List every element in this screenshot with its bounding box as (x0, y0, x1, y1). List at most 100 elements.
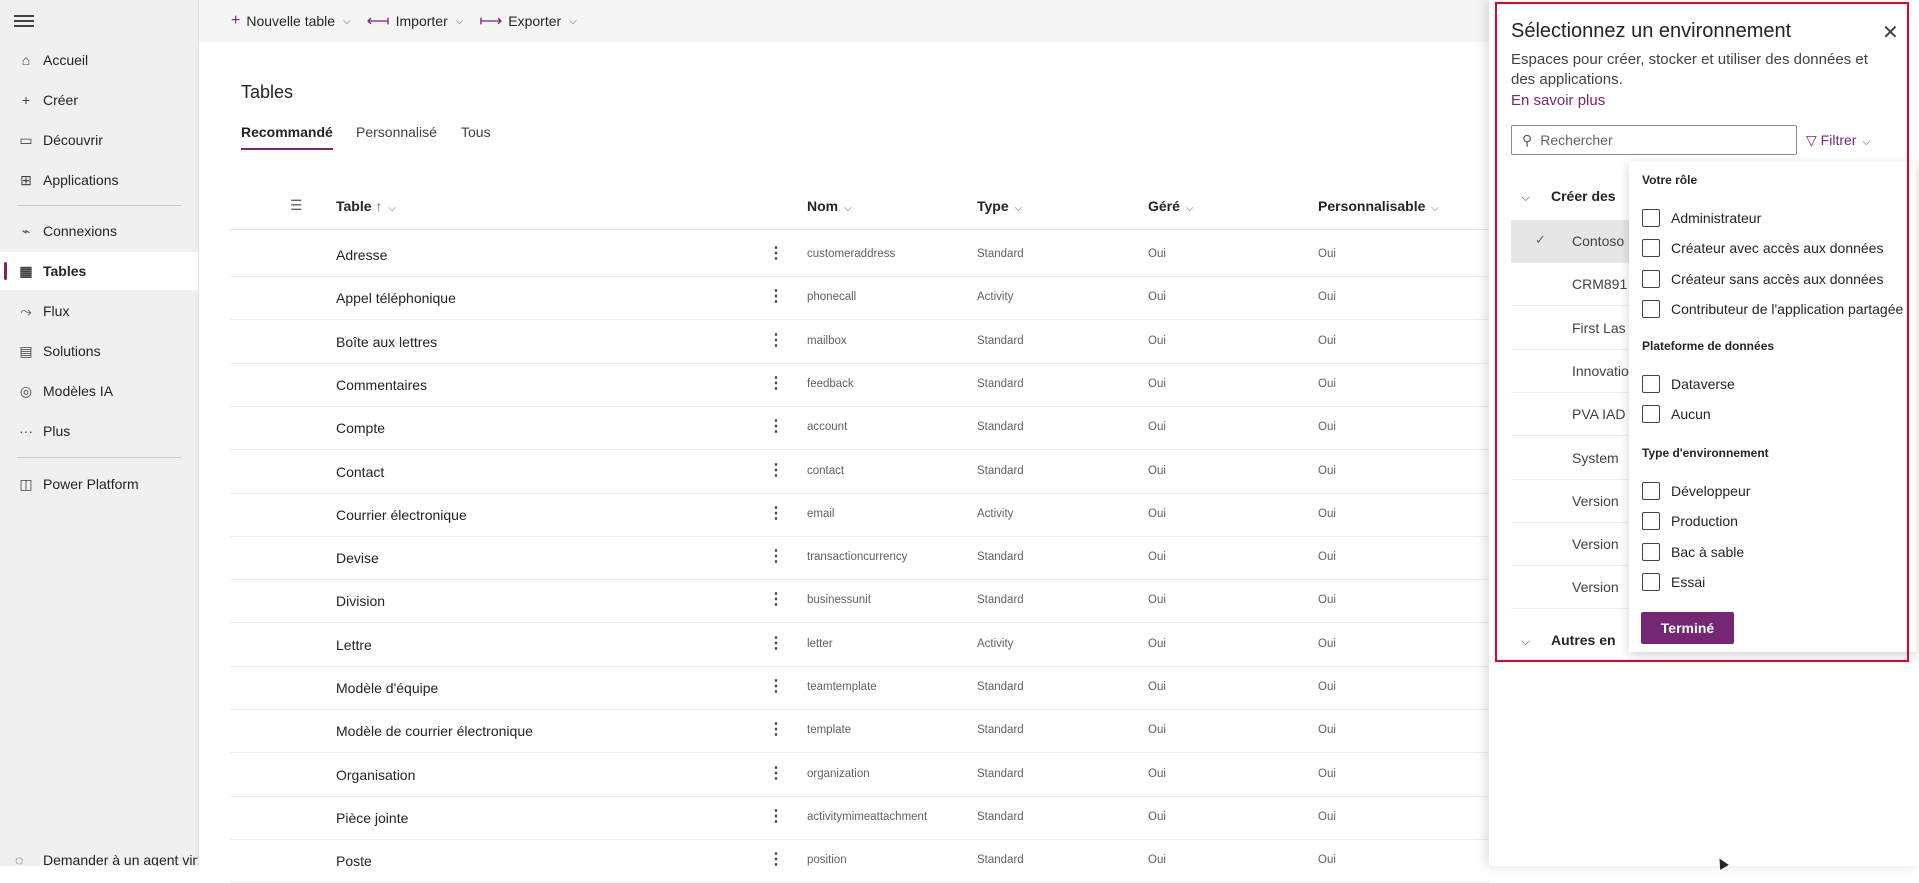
filter-option-checkbox[interactable]: Créateur sans accès aux données (1642, 269, 1883, 288)
checkbox[interactable] (1642, 572, 1660, 591)
table-display-name[interactable]: Compte (336, 420, 385, 436)
more-actions-icon[interactable]: ⋮ (768, 286, 784, 306)
table-display-name[interactable]: Modèle d'équipe (336, 680, 438, 696)
table-display-name[interactable]: Division (336, 593, 385, 609)
filter-button[interactable]: ▽ Filtrer ⌵ (1806, 132, 1870, 149)
filter-option-checkbox[interactable]: Production (1642, 512, 1738, 531)
filter-option-checkbox[interactable]: Bac à sable (1642, 542, 1744, 561)
column-options-icon[interactable]: ☰ (290, 197, 303, 214)
more-actions-icon[interactable]: ⋮ (768, 460, 784, 480)
checkbox[interactable] (1642, 542, 1660, 561)
table-display-name[interactable]: Devise (336, 550, 379, 566)
table-display-name[interactable]: Poste (336, 853, 372, 869)
more-actions-icon[interactable]: ⋮ (768, 373, 784, 393)
table-row[interactable]: Compte ⋮ account Standard Oui Oui (230, 406, 1490, 451)
table-display-name[interactable]: Organisation (336, 767, 415, 783)
learn-more-link[interactable]: En savoir plus (1511, 92, 1605, 109)
table-display-name[interactable]: Modèle de courrier électronique (336, 723, 533, 739)
environment-item[interactable]: Version (1511, 523, 1631, 567)
more-actions-icon[interactable]: ⋮ (768, 416, 784, 436)
close-icon[interactable]: ✕ (1882, 20, 1899, 45)
nav-item-flux[interactable]: ⤳ Flux (0, 292, 198, 330)
checkbox[interactable] (1642, 482, 1660, 500)
tab-tous[interactable]: Tous (461, 124, 491, 140)
environment-item[interactable]: First Las (1511, 307, 1631, 350)
more-actions-icon[interactable]: ⋮ (768, 243, 784, 263)
table-display-name[interactable]: Adresse (336, 247, 387, 263)
table-display-name[interactable]: Pièce jointe (336, 810, 408, 826)
environment-item[interactable]: PVA IAD (1511, 393, 1631, 437)
checkbox[interactable] (1642, 299, 1660, 318)
virtual-agent-link[interactable]: ◌ Demander à un agent virtuel (0, 852, 198, 866)
table-display-name[interactable]: Commentaires (336, 377, 427, 393)
environment-item[interactable]: Version (1511, 480, 1631, 523)
table-display-name[interactable]: Boîte aux lettres (336, 334, 437, 350)
more-actions-icon[interactable]: ⋮ (768, 546, 784, 566)
table-row[interactable]: Organisation ⋮ organization Standard Oui Oui (230, 753, 1490, 797)
filter-option-checkbox[interactable]: Créateur avec accès aux données (1642, 239, 1883, 258)
nav-item-creer[interactable]: + Créer (0, 81, 198, 119)
nav-item-accueil[interactable]: ⌂ Accueil (0, 41, 198, 79)
import-button[interactable]: ⟻ Importer ⌵ (367, 11, 464, 31)
nav-item-solutions[interactable]: ▤ Solutions (0, 332, 198, 370)
filter-option-checkbox[interactable]: Administrateur (1642, 209, 1761, 227)
nav-item-applications[interactable]: ⊞ Applications (0, 161, 198, 199)
group-header-other[interactable]: ⌵ Autres en (1511, 632, 1616, 649)
column-header-personnalisable[interactable]: Personnalisable ⌵ (1318, 198, 1439, 214)
nav-item-power-platform[interactable]: ◫ Power Platform (0, 465, 198, 503)
checkbox[interactable] (1642, 209, 1660, 227)
environment-item[interactable]: System (1511, 437, 1631, 480)
environment-item[interactable]: CRM891 (1511, 263, 1631, 307)
column-header-nom[interactable]: Nom ⌵ (807, 198, 852, 214)
table-row[interactable]: Modèle d'équipe ⋮ teamtemplate Standard Oui O… (230, 666, 1490, 710)
table-row[interactable]: Boîte aux lettres ⋮ mailbox Standard Oui Oui (230, 320, 1490, 364)
more-actions-icon[interactable]: ⋮ (768, 806, 784, 826)
export-button[interactable]: ⟼ Exporter ⌵ (479, 11, 576, 31)
filter-option-checkbox[interactable]: Aucun (1642, 405, 1711, 424)
hamburger-menu-icon[interactable] (14, 12, 34, 28)
more-actions-icon[interactable]: ⋮ (768, 330, 784, 350)
more-actions-icon[interactable]: ⋮ (768, 849, 784, 869)
tab-recommande[interactable]: Recommandé (241, 124, 333, 150)
environment-item[interactable]: Version (1511, 566, 1631, 610)
table-row[interactable]: Modèle de courrier électronique ⋮ template… (230, 709, 1490, 754)
nav-item-modeles-ia[interactable]: ◎ Modèles IA (0, 372, 198, 410)
filter-option-checkbox[interactable]: Dataverse (1642, 375, 1735, 393)
table-row[interactable]: Division ⋮ businessunit Standard Oui Oui (230, 579, 1490, 624)
environment-item[interactable]: Innovatio (1511, 350, 1631, 393)
checkbox[interactable] (1642, 512, 1660, 531)
table-display-name[interactable]: Courrier électronique (336, 507, 467, 523)
column-header-table[interactable]: Table ↑ ⌵ (336, 198, 396, 214)
more-actions-icon[interactable]: ⋮ (768, 589, 784, 609)
table-row[interactable]: Poste ⋮ position Standard Oui Oui (230, 839, 1490, 883)
checkbox[interactable] (1642, 405, 1660, 424)
table-row[interactable]: Devise ⋮ transactioncurrency Standard Oui Oui (230, 536, 1490, 581)
checkbox[interactable] (1642, 269, 1660, 288)
environment-search[interactable]: ⚲ (1511, 125, 1797, 155)
nav-item-connexions[interactable]: ⌁ Connexions (0, 212, 198, 250)
nav-item-plus[interactable]: ··· Plus (0, 412, 198, 450)
filter-option-checkbox[interactable]: Contributeur de l'application partagée (1642, 299, 1903, 318)
column-header-gere[interactable]: Géré ⌵ (1148, 198, 1194, 214)
table-row[interactable]: Pièce jointe ⋮ activitymimeattachment Stand… (230, 796, 1490, 840)
group-header-create[interactable]: ⌵ Créer des (1511, 188, 1616, 205)
checkbox[interactable] (1642, 375, 1660, 393)
more-actions-icon[interactable]: ⋮ (768, 503, 784, 523)
filter-option-checkbox[interactable]: Développeur (1642, 482, 1750, 500)
column-header-type[interactable]: Type ⌵ (977, 198, 1022, 214)
more-actions-icon[interactable]: ⋮ (768, 763, 784, 783)
table-display-name[interactable]: Appel téléphonique (336, 290, 456, 306)
table-display-name[interactable]: Contact (336, 464, 384, 480)
search-input[interactable] (1538, 131, 1773, 149)
table-row[interactable]: Lettre ⋮ letter Activity Oui Oui (230, 623, 1490, 667)
done-button[interactable]: Terminé (1641, 612, 1734, 644)
table-display-name[interactable]: Lettre (336, 637, 372, 653)
environment-item[interactable]: ✓ Contoso (1511, 220, 1631, 263)
nav-item-decouvrir[interactable]: ▭ Découvrir (0, 121, 198, 159)
tab-personnalise[interactable]: Personnalisé (356, 124, 437, 140)
table-row[interactable]: Contact ⋮ contact Standard Oui Oui (230, 450, 1490, 494)
table-row[interactable]: Courrier électronique ⋮ email Activity Oui Ou… (230, 493, 1490, 537)
table-row[interactable]: Adresse ⋮ customeraddress Standard Oui Oui (230, 233, 1490, 277)
new-table-button[interactable]: + Nouvelle table ⌵ (231, 12, 351, 30)
filter-option-checkbox[interactable]: Essai (1642, 572, 1705, 591)
